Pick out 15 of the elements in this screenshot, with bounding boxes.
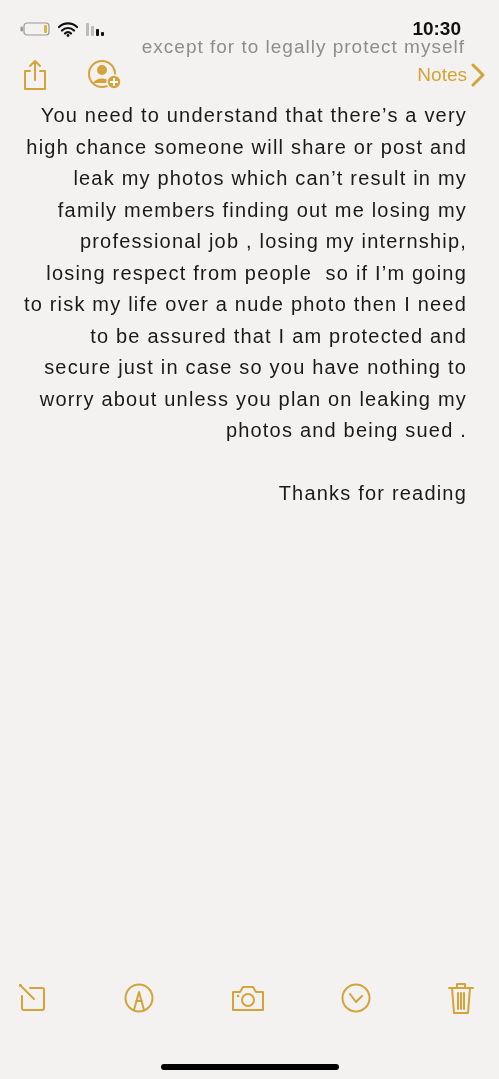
camera-icon[interactable] bbox=[230, 984, 265, 1012]
checkmark-circle-icon[interactable] bbox=[340, 983, 371, 1013]
chevron-icon bbox=[471, 63, 485, 87]
signal-icon bbox=[86, 22, 106, 36]
add-person-icon[interactable] bbox=[88, 60, 122, 90]
note-text: Thanks for reading bbox=[278, 480, 467, 506]
compose-icon[interactable] bbox=[18, 983, 48, 1013]
wifi-icon bbox=[58, 21, 78, 37]
battery-icon bbox=[20, 22, 50, 36]
note-text: You need to understand that there’s a very high chance someone will share or post and leak my photos which can’t result in my family members finding out me losing my professional job , losing my internship, losing respect from people so if I’m going to risk my life over a nude photo then I need to be assured that I am protected and secure just in case so you have nothing to worry about unless you plan on leaking my photos and being sued . bbox=[22, 103, 467, 443]
home-indicator[interactable] bbox=[160, 1064, 339, 1070]
share-icon[interactable] bbox=[22, 59, 48, 91]
markup-icon[interactable] bbox=[124, 983, 155, 1013]
back-button[interactable]: Notes bbox=[417, 63, 485, 87]
trash-icon[interactable] bbox=[447, 981, 475, 1015]
